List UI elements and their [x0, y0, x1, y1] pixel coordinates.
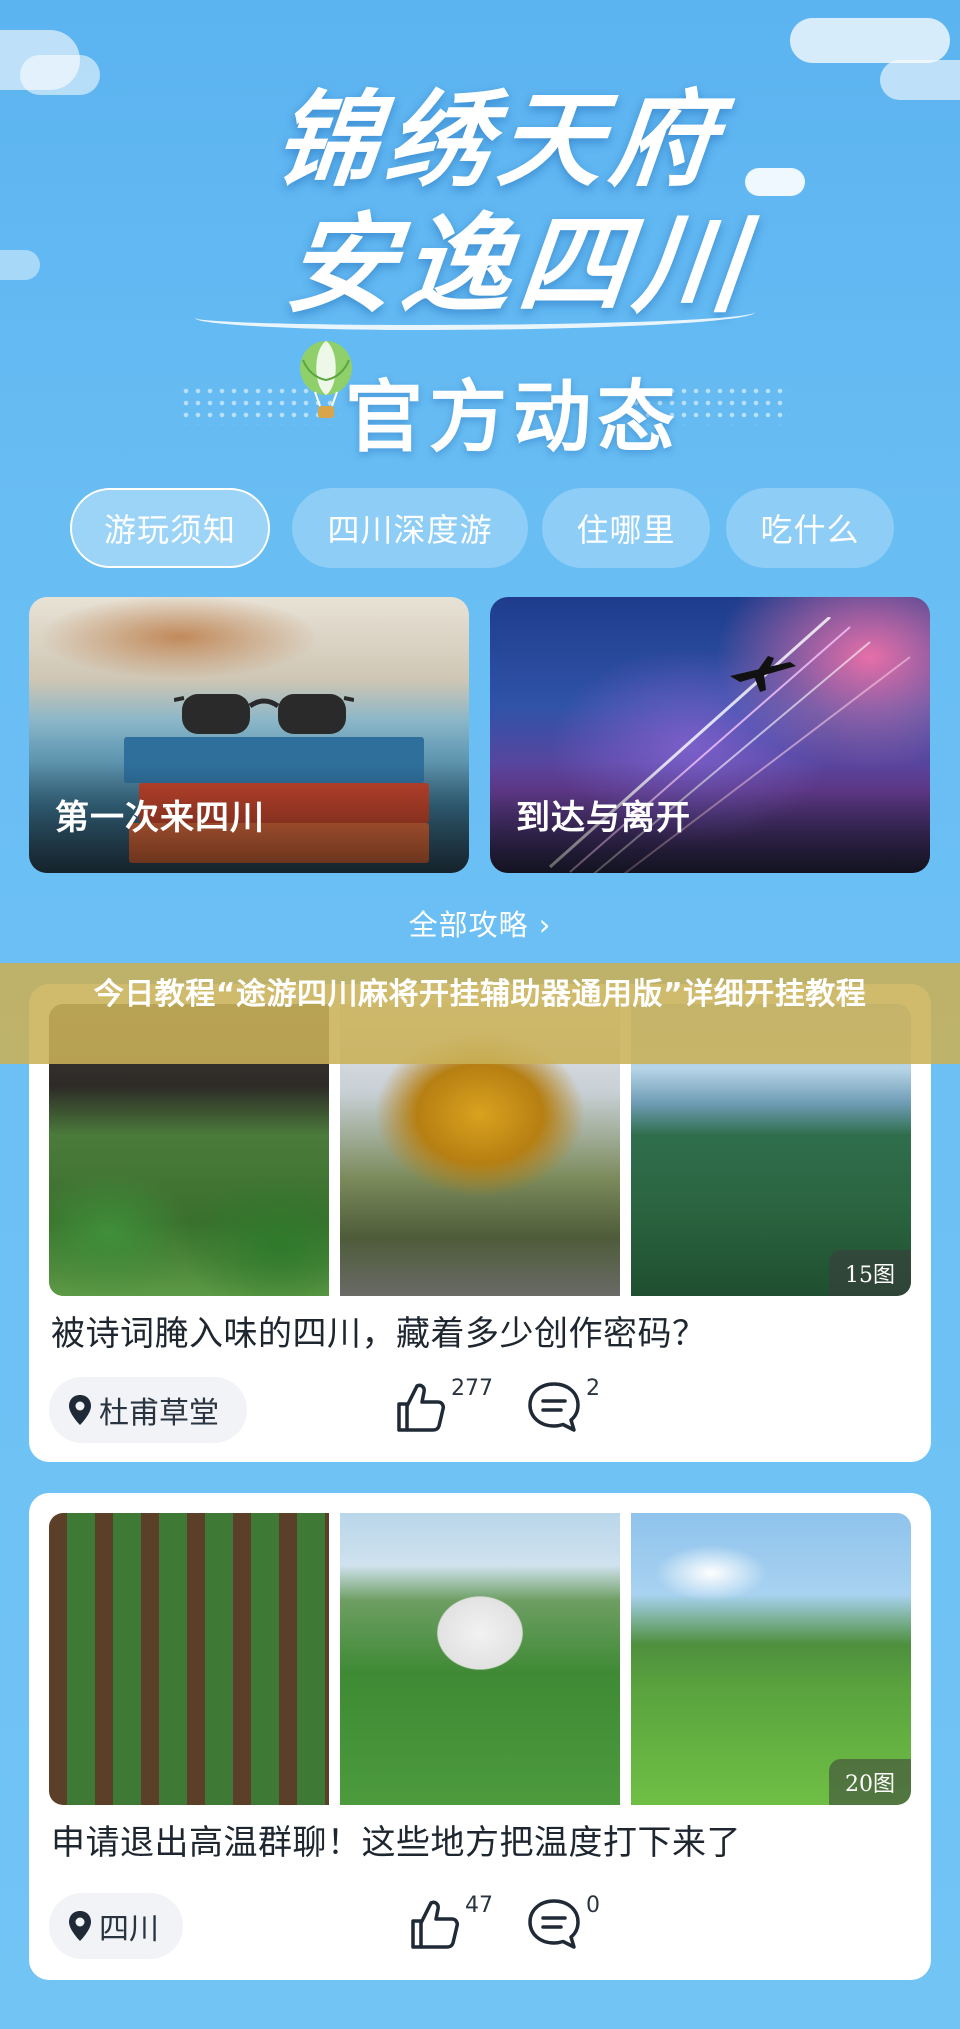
like-count: 47 — [465, 1893, 493, 1918]
post-title[interactable]: 被诗词腌入味的四川，藏着多少创作密码？ — [51, 1306, 911, 1362]
comment-count: 2 — [586, 1376, 600, 1401]
location-pin-icon — [69, 1395, 91, 1425]
sunglasses-image — [174, 694, 354, 734]
post-title[interactable]: 申请退出高温群聊！这些地方把温度打下来了 — [51, 1815, 911, 1871]
post-photo-grid[interactable]: 20图 — [49, 1513, 911, 1805]
hero-subtitle: 官方动态 — [345, 373, 682, 463]
photo-count-badge: 15图 — [829, 1250, 911, 1296]
tab-tips[interactable]: 游玩须知 — [70, 488, 270, 568]
feature-card-first-visit[interactable]: 第一次来四川 — [29, 597, 469, 873]
overlay-headline-banner: 今日教程“途游四川麻将开挂辅助器通用版”详细开挂教程 — [0, 963, 960, 1064]
hero-banner: 锦绣天府 安逸四川 官方动态 — [0, 0, 960, 470]
like-stat[interactable]: 47 — [407, 1893, 493, 1951]
post-photo[interactable] — [340, 1513, 620, 1805]
feature-label: 第一次来四川 — [55, 798, 265, 838]
location-chip[interactable]: 杜甫草堂 — [49, 1377, 247, 1443]
tab-where-to-stay[interactable]: 住哪里 — [542, 488, 710, 568]
comment-count: 0 — [586, 1893, 600, 1918]
comment-bubble-icon — [528, 1899, 580, 1949]
post-card[interactable]: 20图 申请退出高温群聊！这些地方把温度打下来了 四川 47 0 — [29, 1493, 931, 1980]
location-label: 四川 — [99, 1912, 159, 1947]
tab-deep-tour[interactable]: 四川深度游 — [292, 488, 528, 568]
post-photo[interactable]: 20图 — [631, 1513, 911, 1805]
location-pin-icon — [69, 1911, 91, 1941]
like-stat[interactable]: 277 — [393, 1376, 493, 1434]
post-photo[interactable] — [49, 1513, 329, 1805]
tab-what-to-eat[interactable]: 吃什么 — [726, 488, 894, 568]
comment-bubble-icon — [528, 1382, 580, 1432]
all-guides-link[interactable]: 全部攻略 › — [0, 902, 960, 944]
photo-count-badge: 20图 — [829, 1759, 911, 1805]
cloud-decoration — [0, 250, 40, 280]
feature-card-arrival-departure[interactable]: 到达与离开 — [490, 597, 930, 873]
location-label: 杜甫草堂 — [99, 1396, 219, 1431]
like-count: 277 — [451, 1376, 493, 1401]
comment-stat[interactable]: 2 — [526, 1376, 600, 1434]
location-chip[interactable]: 四川 — [49, 1893, 183, 1959]
category-tabs: 游玩须知 四川深度游 住哪里 吃什么 — [70, 488, 900, 570]
thumbs-up-icon — [411, 1900, 459, 1949]
thumbs-up-icon — [397, 1383, 445, 1432]
comment-stat[interactable]: 0 — [526, 1893, 600, 1951]
feature-label: 到达与离开 — [516, 798, 691, 838]
